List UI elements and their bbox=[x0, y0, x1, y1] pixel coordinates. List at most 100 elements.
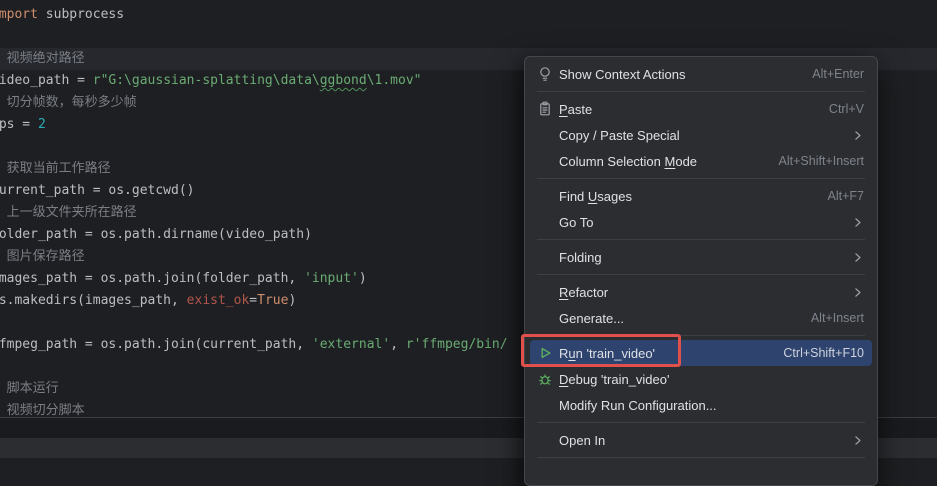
menu-item-label: Column Selection Mode bbox=[559, 154, 759, 169]
code-token-plain: ) bbox=[288, 293, 296, 308]
menu-item-modify-run-configuration[interactable]: Modify Run Configuration... bbox=[530, 392, 872, 418]
code-line: import subprocess bbox=[0, 4, 508, 26]
menu-item-shortcut: Alt+F7 bbox=[828, 189, 864, 203]
menu-separator bbox=[537, 274, 865, 275]
menu-item-shortcut: Alt+Shift+Insert bbox=[779, 154, 864, 168]
code-line bbox=[0, 136, 508, 158]
icon-placeholder bbox=[537, 284, 553, 300]
code-token-string: \1.mov" bbox=[367, 73, 422, 88]
code-token-plain: folder_path = os.path.dirname(video_path… bbox=[0, 227, 312, 242]
code-line: # 脚本运行 bbox=[0, 378, 508, 400]
code-token-keyword: import bbox=[0, 7, 38, 22]
menu-item-generate[interactable]: Generate... Alt+Insert bbox=[530, 305, 872, 331]
code-token-number: 2 bbox=[38, 117, 46, 132]
chevron-right-icon bbox=[851, 434, 864, 447]
menu-item-copy-paste-special[interactable]: Copy / Paste Special bbox=[530, 122, 872, 148]
code-token-plain: fps = bbox=[0, 117, 38, 132]
icon-placeholder bbox=[537, 310, 553, 326]
menu-item-label: Show Context Actions bbox=[559, 67, 792, 82]
code-token-plain: os.makedirs(images_path, bbox=[0, 293, 187, 308]
code-token-string: r'ffmpeg/bin/ bbox=[406, 337, 508, 352]
icon-placeholder bbox=[537, 127, 553, 143]
menu-item-label: Modify Run Configuration... bbox=[559, 398, 864, 413]
code-token-comment: # 视频绝对路径 bbox=[0, 51, 85, 66]
context-menu: Show Context Actions Alt+Enter Paste Ctrl+V… bbox=[524, 56, 878, 486]
menu-item-shortcut: Alt+Insert bbox=[811, 311, 864, 325]
menu-item-label: Open In bbox=[559, 433, 831, 448]
code-token-plain: , bbox=[390, 337, 406, 352]
chevron-right-icon bbox=[851, 286, 864, 299]
code-token-named: exist_ok bbox=[187, 293, 250, 308]
code-token-plain: = bbox=[249, 293, 257, 308]
menu-item-go-to[interactable]: Go To bbox=[530, 209, 872, 235]
menu-item-paste[interactable]: Paste Ctrl+V bbox=[530, 96, 872, 122]
menu-item-label: Run 'train_video' bbox=[559, 346, 763, 361]
menu-separator bbox=[537, 335, 865, 336]
code-token-plain: images_path = os.path.join(folder_path, bbox=[0, 271, 304, 286]
code-token-string-typo: ggbond bbox=[320, 73, 367, 88]
menu-item-label: Find Usages bbox=[559, 189, 808, 204]
code-token-comment: # 脚本运行 bbox=[0, 381, 59, 396]
icon-placeholder bbox=[537, 432, 553, 448]
menu-item-column-selection-mode[interactable]: Column Selection Mode Alt+Shift+Insert bbox=[530, 148, 872, 174]
code-line: # 视频绝对路径 bbox=[0, 48, 508, 70]
menu-item-shortcut: Ctrl+Shift+F10 bbox=[783, 346, 864, 360]
code-token-keyword: True bbox=[257, 293, 288, 308]
code-token-plain: ffmpeg_path = os.path.join(current_path, bbox=[0, 337, 312, 352]
debug-icon bbox=[537, 371, 553, 387]
code-token-comment: # 获取当前工作路径 bbox=[0, 161, 111, 176]
code-line: # 切分帧数，每秒多少帧 bbox=[0, 92, 508, 114]
code-line: # 获取当前工作路径 bbox=[0, 158, 508, 180]
menu-item-shortcut: Alt+Enter bbox=[812, 67, 864, 81]
menu-item-run-train-video[interactable]: Run 'train_video' Ctrl+Shift+F10 bbox=[530, 340, 872, 366]
code-line: ffmpeg_path = os.path.join(current_path,… bbox=[0, 334, 508, 356]
menu-separator bbox=[537, 239, 865, 240]
code-line: # 图片保存路径 bbox=[0, 246, 508, 268]
menu-item-refactor[interactable]: Refactor bbox=[530, 279, 872, 305]
menu-separator bbox=[537, 178, 865, 179]
menu-item-show-context-actions[interactable]: Show Context Actions Alt+Enter bbox=[530, 61, 872, 87]
code-line: folder_path = os.path.dirname(video_path… bbox=[0, 224, 508, 246]
clipboard-icon bbox=[537, 101, 553, 117]
code-token-string: 'external' bbox=[312, 337, 390, 352]
code-line: fps = 2 bbox=[0, 114, 508, 136]
icon-placeholder bbox=[537, 397, 553, 413]
code-token-comment: # 上一级文件夹所在路径 bbox=[0, 205, 137, 220]
menu-item-folding[interactable]: Folding bbox=[530, 244, 872, 270]
chevron-right-icon bbox=[851, 129, 864, 142]
chevron-right-icon bbox=[851, 216, 864, 229]
menu-item-label: Paste bbox=[559, 102, 809, 117]
menu-item-label: Folding bbox=[559, 250, 831, 265]
menu-item-label: Generate... bbox=[559, 311, 791, 326]
code-line: images_path = os.path.join(folder_path, … bbox=[0, 268, 508, 290]
icon-placeholder bbox=[537, 188, 553, 204]
code-token-plain: current_path = os.getcwd() bbox=[0, 183, 195, 198]
menu-separator bbox=[537, 91, 865, 92]
chevron-right-icon bbox=[851, 251, 864, 264]
menu-item-label: Refactor bbox=[559, 285, 831, 300]
menu-item-debug-train-video[interactable]: Debug 'train_video' bbox=[530, 366, 872, 392]
code-line bbox=[0, 312, 508, 334]
menu-item-label: Debug 'train_video' bbox=[559, 372, 864, 387]
menu-separator bbox=[537, 422, 865, 423]
code-token-plain: ) bbox=[359, 271, 367, 286]
code-token-string: 'input' bbox=[304, 271, 359, 286]
code-line: video_path = r"G:\gaussian-splatting\dat… bbox=[0, 70, 508, 92]
menu-item-label: Go To bbox=[559, 215, 831, 230]
run-icon bbox=[537, 345, 553, 361]
code-line: # 上一级文件夹所在路径 bbox=[0, 202, 508, 224]
code-block: import subprocess # 视频绝对路径 video_path = r… bbox=[0, 4, 508, 422]
code-token-string: r"G:\gaussian-splatting\data\ bbox=[93, 73, 320, 88]
lightbulb-icon bbox=[537, 66, 553, 82]
code-token-comment: # 视频切分脚本 bbox=[0, 403, 85, 418]
menu-item-label: Copy / Paste Special bbox=[559, 128, 831, 143]
code-line bbox=[0, 356, 508, 378]
menu-item-find-usages[interactable]: Find Usages Alt+F7 bbox=[530, 183, 872, 209]
code-line bbox=[0, 26, 508, 48]
code-line: current_path = os.getcwd() bbox=[0, 180, 508, 202]
menu-item-shortcut: Ctrl+V bbox=[829, 102, 864, 116]
menu-item-open-in[interactable]: Open In bbox=[530, 427, 872, 453]
icon-placeholder bbox=[537, 249, 553, 265]
code-token-comment: # 图片保存路径 bbox=[0, 249, 85, 264]
icon-placeholder bbox=[537, 214, 553, 230]
